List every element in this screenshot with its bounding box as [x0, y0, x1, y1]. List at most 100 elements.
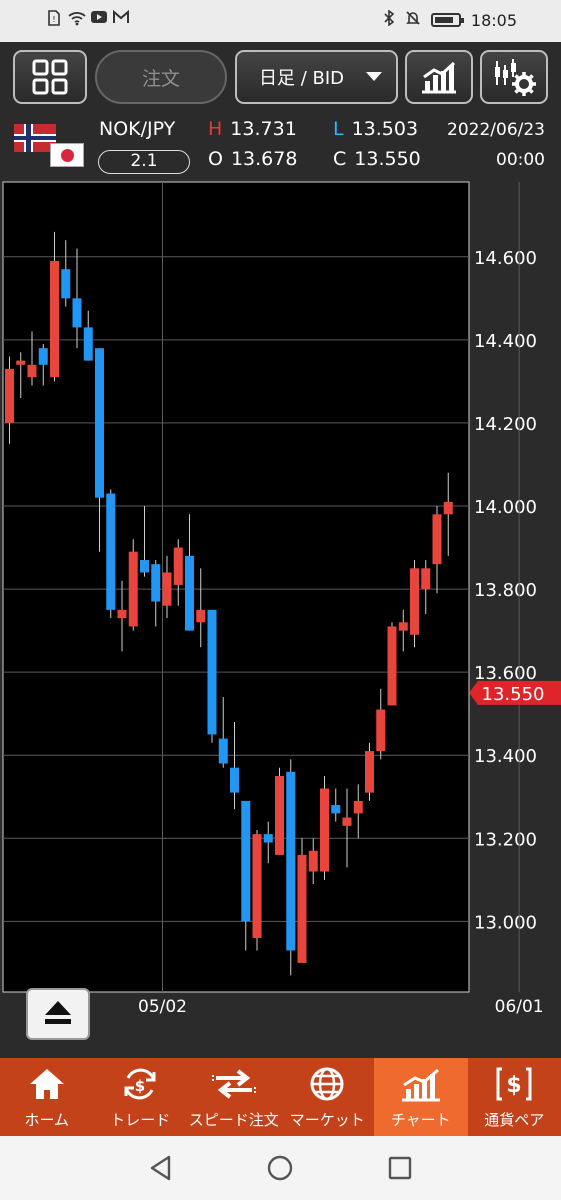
gmail-icon: [112, 9, 129, 26]
candle-body-up: [275, 776, 284, 855]
candle-body-down: [263, 834, 273, 843]
youtube-icon: [90, 10, 107, 26]
svg-text:$: $: [135, 1077, 145, 1095]
nav-item-speed-order[interactable]: スピード注文: [187, 1058, 281, 1136]
quote-date: 2022/06/23: [447, 120, 545, 140]
battery-icon: [430, 13, 464, 27]
mute-icon: [405, 10, 421, 30]
close-label: C: [333, 148, 347, 170]
candle-body-up: [27, 364, 37, 378]
currency-pair: NOK/JPY: [99, 118, 176, 140]
candle-body-down: [331, 805, 341, 814]
low-label: L: [333, 118, 344, 140]
candle-body-up: [387, 626, 397, 706]
nav-item-chart[interactable]: チャート: [374, 1058, 468, 1136]
quote-time: 00:00: [496, 150, 545, 170]
current-price-label: 13.550: [482, 684, 545, 705]
nav-item-label: 通貨ペア: [484, 1111, 545, 1129]
chart-settings-button[interactable]: [480, 50, 548, 104]
close-value: C 13.550: [333, 148, 421, 170]
candle-body-down: [38, 348, 48, 365]
y-tick-label: 13.000: [474, 912, 537, 933]
y-tick-label: 14.000: [474, 497, 537, 518]
nav-item-globe[interactable]: マーケット: [281, 1058, 375, 1136]
chart-type-button[interactable]: [405, 50, 473, 104]
status-time: 18:05: [470, 10, 517, 30]
high-number: 13.731: [230, 118, 297, 140]
high-label: H: [208, 118, 223, 140]
order-button[interactable]: 注文: [95, 50, 227, 104]
candle-body-down: [207, 609, 217, 735]
nav-item-label: マーケット: [289, 1111, 365, 1129]
japan-flag-icon: [50, 143, 84, 167]
app-root: ! 18:05 注文 日足 / BID NOK/JPY 2.1 H 13.731…: [0, 0, 561, 1200]
candle-body-up: [443, 501, 453, 515]
candle-body-down: [241, 800, 251, 922]
candle-body-down: [185, 555, 194, 631]
collapse-panel-button[interactable]: [26, 988, 90, 1040]
home-circle-icon[interactable]: [266, 1154, 294, 1186]
candle-body-up: [196, 609, 206, 623]
candle-body-up: [117, 609, 127, 619]
y-tick-label: 13.200: [474, 829, 537, 850]
low-number: 13.503: [351, 118, 419, 140]
order-button-label: 注文: [141, 67, 180, 90]
period-label: 日足 / BID: [259, 68, 345, 89]
nav-item-label: スピード注文: [188, 1111, 279, 1129]
nav-item-currency-pair[interactable]: $ 通貨ペア: [468, 1058, 561, 1136]
candle-body-down: [83, 327, 93, 361]
candle-body-up: [353, 800, 363, 814]
svg-text:$: $: [507, 1073, 522, 1098]
status-right-icons: 18:05: [383, 9, 517, 30]
bluetooth-icon: [383, 9, 395, 30]
caret-down-icon: [366, 72, 382, 81]
candle-body-down: [151, 564, 161, 602]
chart-area[interactable]: 14.600 14.400 14.200 14.000 13.800 13.600 13.4…: [0, 180, 561, 1058]
candle-body-up: [421, 568, 431, 590]
candlestick-chart[interactable]: 14.60014.40014.20014.00013.80013.60013.4…: [0, 180, 561, 1058]
y-tick-label: 13.800: [474, 580, 537, 601]
menu-grid-button[interactable]: [13, 50, 87, 104]
y-tick-label: 13.400: [474, 746, 537, 767]
candle-body-up: [365, 751, 374, 793]
system-navigation-bar: [0, 1136, 561, 1200]
candle-body-up: [432, 514, 442, 565]
y-tick-label: 14.600: [474, 248, 537, 269]
bottom-navigation: ホーム $ トレード スピード注文 マーケット チャート $ 通貨ペア: [0, 1058, 561, 1136]
candle-body-up: [320, 788, 329, 872]
candle-body-down: [61, 269, 71, 299]
currency-pair-icon: $: [494, 1066, 534, 1106]
nav-item-home[interactable]: ホーム: [0, 1058, 94, 1136]
quote-header: NOK/JPY 2.1 H 13.731 L 13.503 O 13.678 C 13.…: [0, 110, 561, 180]
back-icon[interactable]: [147, 1154, 175, 1186]
candle-body-up: [398, 622, 408, 631]
candle-body-down: [106, 493, 116, 610]
candle-body-up: [297, 854, 307, 963]
open-number: 13.678: [230, 148, 298, 170]
candle-body-up: [173, 547, 183, 585]
candle-body-down: [72, 298, 82, 328]
candle-body-up: [252, 834, 262, 938]
nav-item-trade[interactable]: $ トレード: [94, 1058, 188, 1136]
recents-icon[interactable]: [387, 1155, 413, 1185]
toolbar: 注文 日足 / BID: [0, 42, 561, 110]
globe-icon: [307, 1066, 347, 1106]
nav-item-label: チャート: [390, 1111, 451, 1129]
candle-body-down: [286, 771, 296, 951]
sim-icon: !: [46, 10, 62, 26]
chart-icon: [399, 1066, 443, 1106]
candle-body-up: [162, 572, 172, 606]
status-bar: ! 18:05: [0, 0, 561, 42]
candle-body-up: [50, 260, 59, 378]
nav-item-label: トレード: [110, 1111, 171, 1129]
candle-body-up: [376, 709, 386, 752]
open-value: O 13.678: [208, 148, 297, 170]
trade-icon: $: [120, 1066, 160, 1106]
speed-order-icon: [210, 1066, 258, 1106]
period-dropdown[interactable]: 日足 / BID: [235, 50, 398, 104]
eject-icon: [43, 999, 73, 1029]
grid-icon: [31, 58, 69, 96]
open-label: O: [208, 148, 223, 170]
candle-body-down: [218, 738, 228, 764]
wifi-icon: [68, 10, 86, 26]
